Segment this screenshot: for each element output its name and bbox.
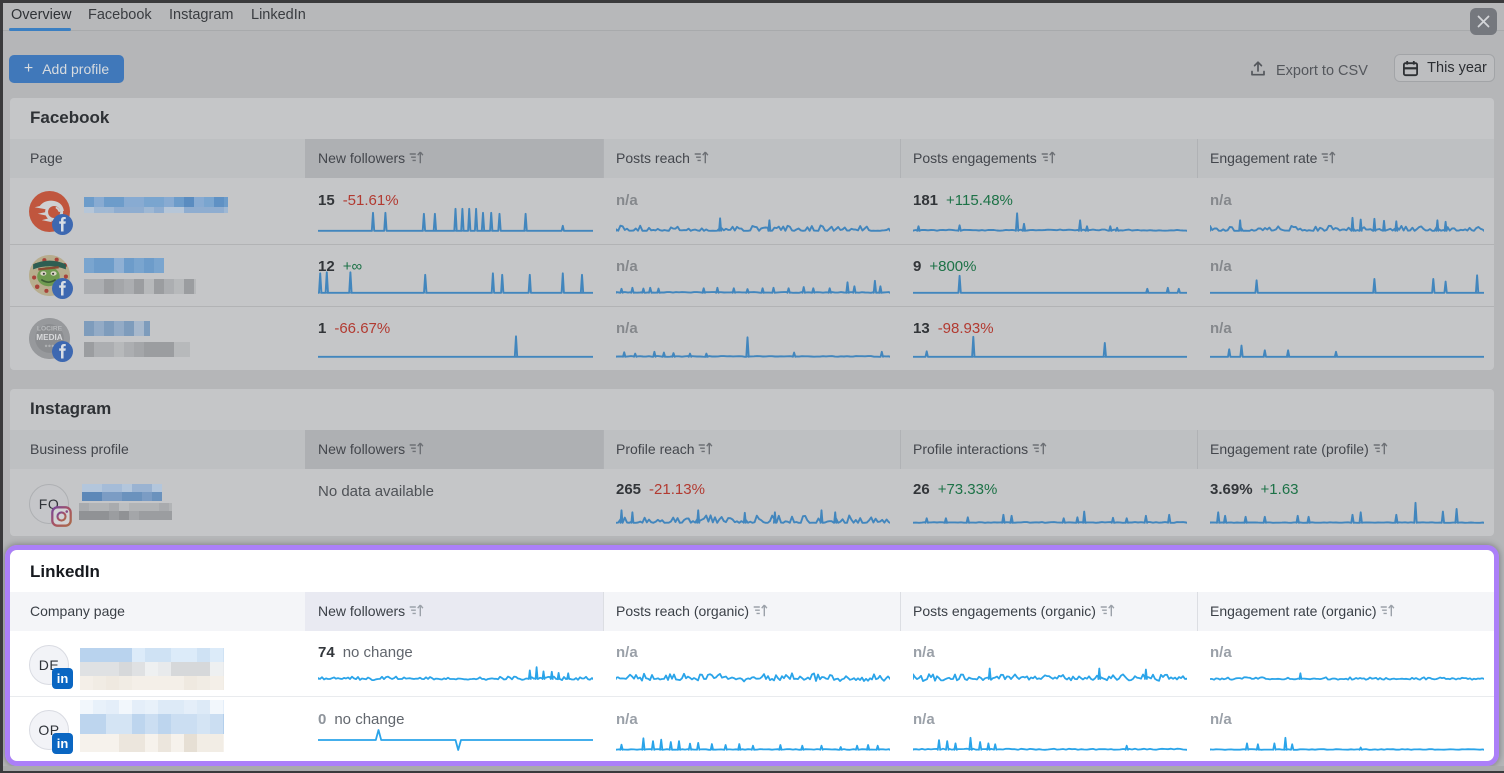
- svg-text:LOCIRE: LOCIRE: [37, 325, 63, 332]
